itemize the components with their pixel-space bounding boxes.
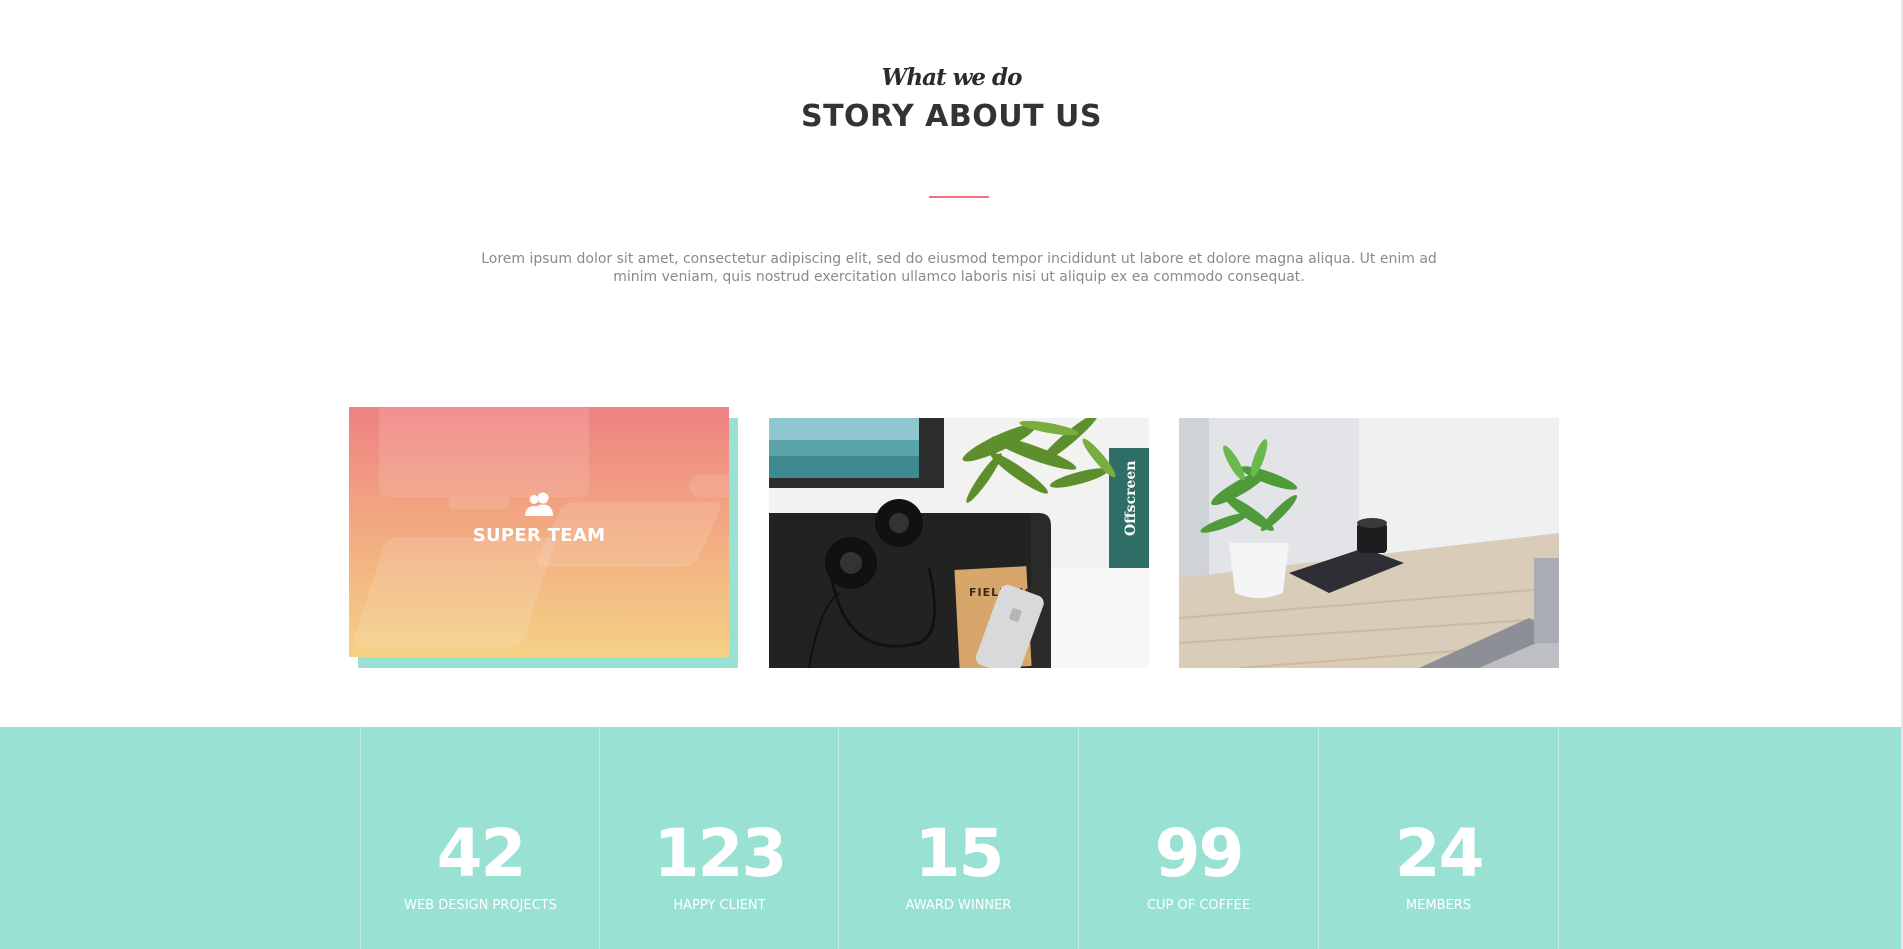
team-card-content: SUPER TEAM: [349, 491, 729, 546]
stats-section: 42 WEB DESIGN PROJECTS 123 HAPPY CLIENT …: [0, 727, 1903, 949]
stat-number: 42: [436, 815, 527, 892]
users-icon: [525, 492, 553, 516]
stat-number: 123: [653, 815, 788, 892]
stat-members: 24 MEMBERS: [1318, 727, 1559, 949]
stat-number: 24: [1394, 815, 1485, 892]
tablet-shape: [351, 537, 557, 647]
stat-award-winner: 15 AWARD WINNER: [838, 727, 1078, 949]
section-subtitle: What we do: [881, 64, 1023, 91]
story-section: What we do STORY ABOUT US Lorem ipsum do…: [0, 0, 1903, 727]
stat-label: AWARD WINNER: [905, 898, 1012, 913]
book-spine-text: Offscreen: [1123, 461, 1139, 536]
desk-headphones-photo: Offscreen FIELD NOTES: [769, 418, 1149, 668]
page: What we do STORY ABOUT US Lorem ipsum do…: [0, 0, 1903, 949]
headphones-photo-card[interactable]: Offscreen FIELD NOTES: [769, 418, 1149, 668]
stat-number: 15: [914, 815, 1005, 892]
desk-plant-camera-photo: [1179, 418, 1559, 668]
stat-cup-of-coffee: 99 CUP OF COFFEE: [1078, 727, 1318, 949]
section-description: Lorem ipsum dolor sit amet, consectetur …: [481, 251, 1437, 285]
super-team-card[interactable]: SUPER TEAM: [349, 407, 729, 657]
stat-label: HAPPY CLIENT: [673, 898, 766, 913]
stat-happy-client: 123 HAPPY CLIENT: [599, 727, 839, 949]
team-card-label: SUPER TEAM: [472, 525, 606, 546]
stat-label: MEMBERS: [1405, 898, 1472, 913]
title-divider: [929, 196, 989, 198]
section-title: STORY ABOUT US: [800, 99, 1103, 134]
desk-photo-card[interactable]: [1179, 418, 1559, 668]
stat-number: 99: [1154, 815, 1245, 892]
stat-label: WEB DESIGN PROJECTS: [404, 898, 557, 913]
stat-web-design-projects: 42 WEB DESIGN PROJECTS: [360, 727, 600, 949]
monitor-shape: [379, 407, 589, 497]
stat-label: CUP OF COFFEE: [1146, 898, 1251, 913]
